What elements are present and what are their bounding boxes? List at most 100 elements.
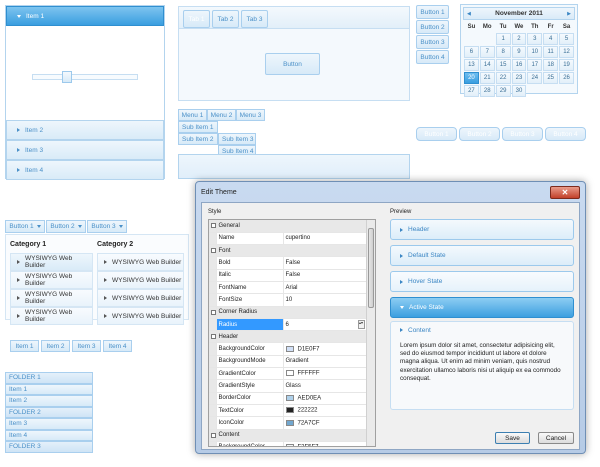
calendar-day[interactable]: 23 bbox=[511, 72, 527, 84]
vbutton-3[interactable]: Button 3 bbox=[416, 35, 449, 49]
property-value[interactable]: F2F5F7 bbox=[283, 441, 368, 446]
calendar-day[interactable]: 26 bbox=[559, 72, 574, 84]
small-tab-3[interactable]: Item 3 bbox=[72, 340, 101, 352]
hbutton-4[interactable]: Button 4 bbox=[545, 127, 586, 141]
property-value[interactable]: AED0EA bbox=[283, 392, 368, 405]
button-menu-3[interactable]: Button 3 bbox=[87, 220, 127, 233]
collapse-icon[interactable] bbox=[209, 429, 217, 442]
tab-1[interactable]: Tab 1 bbox=[183, 10, 210, 28]
property-row[interactable]: Radius 6 ▴▾ bbox=[209, 318, 368, 332]
menu-item-3[interactable]: Menu 3 bbox=[236, 109, 265, 121]
property-row[interactable]: GradientColor FFFFFF bbox=[209, 367, 368, 381]
calendar-day[interactable]: 22 bbox=[495, 72, 511, 84]
calendar-day[interactable]: 5 bbox=[559, 33, 574, 45]
calendar-day[interactable]: 20 bbox=[464, 72, 479, 84]
category-1-link-3[interactable]: WYSIWYG Web Builder bbox=[10, 289, 94, 307]
calendar-day[interactable]: 15 bbox=[495, 59, 511, 71]
property-row[interactable]: Name cupertino bbox=[209, 232, 368, 246]
menu-item-2[interactable]: Menu 2 bbox=[207, 109, 236, 121]
property-value[interactable]: False bbox=[283, 256, 368, 270]
calendar-day[interactable]: 27 bbox=[464, 85, 479, 97]
property-row[interactable]: FontName Arial bbox=[209, 281, 368, 295]
collapse-icon[interactable] bbox=[209, 220, 217, 233]
preview-hover-state[interactable]: Hover State bbox=[390, 271, 574, 292]
accordion-item-2[interactable]: Item 2 bbox=[6, 120, 164, 140]
spinner-icon[interactable]: ▴▾ bbox=[357, 319, 365, 329]
property-category[interactable]: Font bbox=[209, 244, 368, 258]
calendar-prev-icon[interactable]: ◀ bbox=[467, 11, 471, 17]
preview-default-state[interactable]: Default State bbox=[390, 245, 574, 266]
property-value[interactable]: 72A7CF bbox=[283, 416, 368, 430]
button-menu-1[interactable]: Button 1 bbox=[5, 220, 45, 233]
collapse-icon[interactable] bbox=[209, 244, 217, 258]
tab-content-button[interactable]: Button bbox=[265, 53, 320, 75]
property-value[interactable]: 6 ▴▾ bbox=[283, 318, 368, 332]
folder-item-3[interactable]: Item 3 bbox=[5, 418, 93, 430]
property-row[interactable]: BackgroundColorF2F5F7 bbox=[209, 441, 368, 446]
property-category[interactable]: Header bbox=[209, 330, 368, 344]
property-value[interactable]: Glass bbox=[283, 379, 368, 393]
property-grid-scrollbar[interactable] bbox=[366, 220, 375, 446]
save-button[interactable]: Save bbox=[495, 432, 530, 444]
small-tab-2[interactable]: Item 2 bbox=[41, 340, 70, 352]
small-tab-1[interactable]: Item 1 bbox=[10, 340, 39, 352]
calendar-day[interactable]: 4 bbox=[543, 33, 559, 45]
category-2-link-1[interactable]: WYSIWYG Web Builder bbox=[97, 253, 184, 271]
calendar-day[interactable]: 19 bbox=[559, 59, 574, 71]
folder-2[interactable]: FOLDER 2 bbox=[5, 406, 93, 418]
property-row[interactable]: Bold False bbox=[209, 256, 368, 270]
calendar-next-icon[interactable]: ▶ bbox=[567, 11, 571, 17]
hbutton-2[interactable]: Button 2 bbox=[459, 127, 500, 141]
calendar-day[interactable]: 29 bbox=[495, 85, 511, 97]
property-row[interactable]: FontSize 10 bbox=[209, 293, 368, 307]
property-row[interactable]: Italic False bbox=[209, 269, 368, 282]
accordion-item-1[interactable]: Item 1 bbox=[6, 6, 164, 26]
folder-item-1[interactable]: Item 1 bbox=[5, 383, 93, 395]
preview-active-state[interactable]: Active State bbox=[390, 297, 574, 318]
collapse-icon[interactable] bbox=[209, 306, 217, 319]
calendar-day[interactable]: 9 bbox=[511, 46, 527, 58]
preview-header[interactable]: Header bbox=[390, 219, 574, 240]
property-category[interactable]: Corner Radius bbox=[209, 306, 368, 319]
close-button[interactable]: ✕ bbox=[550, 185, 580, 199]
property-value[interactable]: cupertino bbox=[283, 232, 368, 246]
calendar-day[interactable]: 1 bbox=[495, 33, 511, 45]
hbutton-3[interactable]: Button 3 bbox=[502, 127, 543, 141]
calendar-day[interactable]: 2 bbox=[511, 33, 527, 45]
property-value[interactable]: D1E0F7 bbox=[283, 342, 368, 356]
calendar-day[interactable]: 16 bbox=[511, 59, 527, 71]
calendar-day[interactable]: 10 bbox=[527, 46, 543, 58]
small-tab-4[interactable]: Item 4 bbox=[103, 340, 132, 352]
calendar-day[interactable]: 28 bbox=[479, 85, 495, 97]
calendar-day[interactable]: 21 bbox=[479, 72, 495, 84]
slider-handle[interactable] bbox=[62, 71, 72, 83]
tab-2[interactable]: Tab 2 bbox=[212, 10, 239, 28]
slider-track[interactable] bbox=[32, 74, 138, 80]
folder-3[interactable]: FOLDER 3 bbox=[5, 441, 93, 453]
property-value[interactable]: FFFFFF bbox=[283, 367, 368, 381]
submenu-item-2[interactable]: Sub Item 2 bbox=[178, 133, 218, 145]
scroll-thumb[interactable] bbox=[368, 228, 374, 308]
submenu-item-1[interactable]: Sub Item 1 bbox=[178, 121, 218, 133]
category-1-link-2[interactable]: WYSIWYG Web Builder bbox=[10, 271, 94, 289]
calendar-day[interactable]: 13 bbox=[464, 59, 479, 71]
folder-item-4[interactable]: Item 4 bbox=[5, 429, 93, 441]
vbutton-4[interactable]: Button 4 bbox=[416, 50, 449, 64]
submenu-item-3[interactable]: Sub Item 3 bbox=[218, 133, 256, 145]
cancel-button[interactable]: Cancel bbox=[538, 432, 574, 444]
property-value[interactable]: 222222 bbox=[283, 404, 368, 418]
category-2-link-4[interactable]: WYSIWYG Web Builder bbox=[97, 307, 184, 325]
property-row[interactable]: IconColor 72A7CF bbox=[209, 416, 368, 430]
category-1-link-1[interactable]: WYSIWYG Web Builder bbox=[10, 253, 94, 271]
calendar-day[interactable]: 11 bbox=[543, 46, 559, 58]
calendar-day[interactable]: 30 bbox=[511, 85, 527, 97]
calendar-day[interactable]: 6 bbox=[464, 46, 479, 58]
category-2-link-3[interactable]: WYSIWYG Web Builder bbox=[97, 289, 184, 307]
category-1-link-4[interactable]: WYSIWYG Web Builder bbox=[10, 307, 94, 325]
property-category[interactable]: General bbox=[209, 220, 368, 233]
hbutton-1[interactable]: Button 1 bbox=[416, 127, 457, 141]
accordion-item-3[interactable]: Item 3 bbox=[6, 140, 164, 160]
accordion-item-4[interactable]: Item 4 bbox=[6, 160, 164, 180]
property-value[interactable]: False bbox=[283, 269, 368, 282]
button-menu-2[interactable]: Button 2 bbox=[46, 220, 86, 233]
